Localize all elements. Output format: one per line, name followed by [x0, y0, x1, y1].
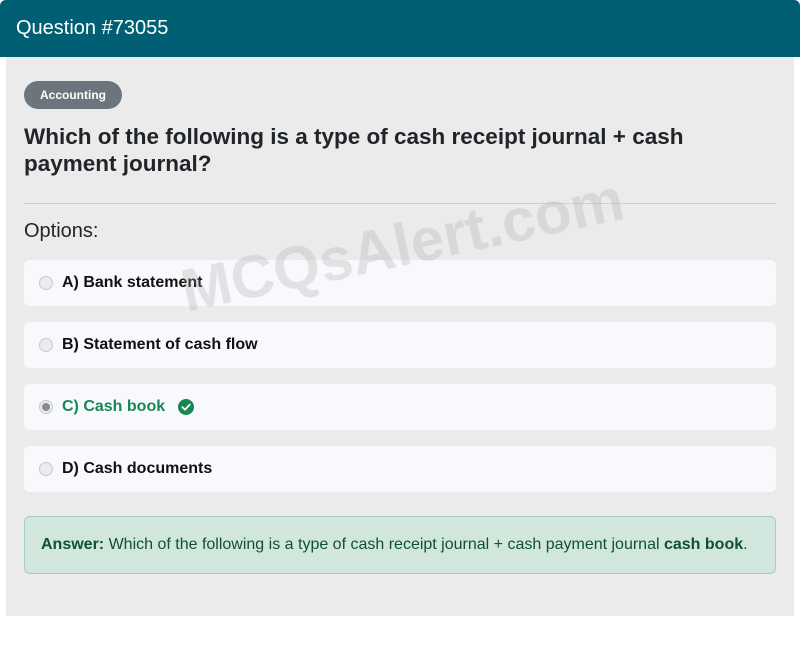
- option-b-label: B) Statement of cash flow: [62, 336, 258, 353]
- option-d-radio[interactable]: [39, 462, 53, 476]
- option-b[interactable]: B) Statement of cash flow: [24, 322, 776, 368]
- answer-prefix: Answer:: [41, 536, 105, 553]
- question-text: Which of the following is a type of cash…: [24, 124, 684, 176]
- option-c-label: C) Cash book: [62, 398, 166, 415]
- options-heading: Options:: [24, 220, 99, 242]
- option-b-radio[interactable]: [39, 338, 53, 352]
- option-d[interactable]: D) Cash documents: [24, 446, 776, 492]
- question-body: Accounting Which of the following is a t…: [6, 57, 794, 616]
- option-a-radio[interactable]: [39, 276, 53, 290]
- answer-suffix: .: [743, 536, 748, 553]
- question-card: Question #73055 Accounting Which of the …: [0, 0, 800, 620]
- card-border-right: [794, 57, 800, 620]
- answer-box: Answer: Which of the following is a type…: [24, 516, 776, 574]
- option-c[interactable]: C) Cash book: [24, 384, 776, 430]
- check-circle-icon: [178, 399, 195, 415]
- question-number-title: Question #73055: [16, 17, 169, 39]
- answer-text: Which of the following is a type of cash…: [104, 536, 664, 553]
- radio-selected-dot: [42, 403, 50, 411]
- answer-highlight: cash book: [663, 536, 744, 553]
- page-background: [0, 616, 800, 646]
- option-a[interactable]: A) Bank statement: [24, 260, 776, 306]
- divider: [24, 203, 776, 204]
- question-header: Question #73055: [0, 0, 800, 57]
- option-a-label: A) Bank statement: [62, 274, 203, 291]
- category-badge[interactable]: Accounting: [24, 81, 122, 109]
- option-c-radio[interactable]: [39, 400, 53, 414]
- option-d-label: D) Cash documents: [62, 460, 213, 477]
